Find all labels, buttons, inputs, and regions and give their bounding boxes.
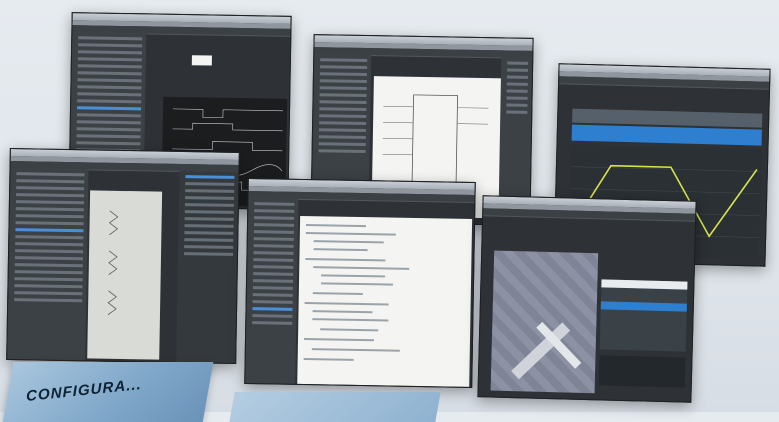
ladder-canvas — [87, 190, 163, 360]
axis-table — [599, 279, 688, 352]
toolbox-panel — [175, 170, 239, 363]
ladder-editor-window — [6, 148, 240, 364]
caption-slab: CONFIGURA... — [2, 362, 214, 422]
axis-table-header — [601, 279, 688, 290]
project-tree — [245, 198, 299, 384]
screenshot-collage: CONFIGURA... — [0, 0, 779, 422]
code-panel — [297, 215, 473, 387]
robot-arm-graphic — [511, 321, 582, 380]
caption-slab-secondary — [229, 392, 441, 422]
3d-viewport — [490, 250, 599, 394]
trace-table — [571, 124, 762, 146]
code-lines — [303, 224, 410, 361]
ladder-rungs — [107, 210, 119, 316]
code-editor-window — [244, 178, 476, 388]
axis-row-selected — [600, 301, 687, 312]
project-tree — [7, 168, 89, 361]
3d-simulation-window — [477, 195, 697, 403]
speed-panel — [598, 355, 686, 388]
caption-label: CONFIGURA... — [25, 376, 143, 405]
properties-panel — [191, 55, 212, 66]
